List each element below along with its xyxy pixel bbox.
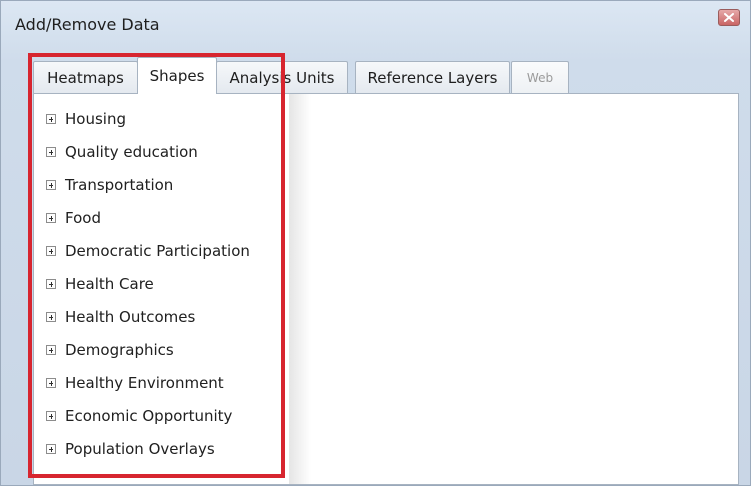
tree-item-label: Health Outcomes [65, 307, 196, 326]
tree-item-health-outcomes[interactable]: Health Outcomes [46, 300, 286, 333]
tree-item-label: Transportation [65, 175, 174, 194]
tab-heatmaps[interactable]: Heatmaps [33, 61, 138, 93]
expand-plus-icon[interactable] [46, 443, 56, 454]
expand-plus-icon[interactable] [46, 278, 56, 289]
tree-item-label: Food [65, 208, 101, 227]
close-icon [724, 13, 734, 22]
add-remove-data-dialog: Add/Remove Data Heatmaps Shapes Analysis… [0, 0, 751, 486]
tab-web: Web [511, 61, 569, 93]
title-bar[interactable]: Add/Remove Data [1, 1, 750, 45]
tree-item-economic-opportunity[interactable]: Economic Opportunity [46, 399, 286, 432]
expand-plus-icon[interactable] [46, 311, 56, 322]
expand-plus-icon[interactable] [46, 212, 56, 223]
tree-item-food[interactable]: Food [46, 201, 286, 234]
tab-label: Reference Layers [367, 68, 498, 87]
tree-item-demographics[interactable]: Demographics [46, 333, 286, 366]
tab-label: Web [526, 70, 554, 85]
tree-item-label: Economic Opportunity [65, 406, 233, 425]
tree-item-transportation[interactable]: Transportation [46, 168, 286, 201]
tree-item-label: Healthy Environment [65, 373, 224, 392]
tree-item-healthy-environment[interactable]: Healthy Environment [46, 366, 286, 399]
tree-item-label: Demographics [65, 340, 174, 359]
dialog-title: Add/Remove Data [15, 15, 160, 34]
expand-plus-icon[interactable] [46, 146, 56, 157]
tree-item-label: Housing [65, 109, 126, 128]
tree-item-label: Health Care [65, 274, 154, 293]
shapes-panel: Housing Quality education Transportation… [33, 93, 739, 485]
tree-item-housing[interactable]: Housing [46, 102, 286, 135]
tab-analysis-units[interactable]: Analysis Units [216, 61, 348, 93]
expand-plus-icon[interactable] [46, 245, 56, 256]
tab-label: Analysis Units [229, 68, 335, 87]
tree-shadow [289, 94, 311, 484]
expand-plus-icon[interactable] [46, 344, 56, 355]
tree-item-health-care[interactable]: Health Care [46, 267, 286, 300]
tree-item-quality-education[interactable]: Quality education [46, 135, 286, 168]
tree-item-population-overlays[interactable]: Population Overlays [46, 432, 286, 465]
tab-label: Shapes [149, 67, 205, 85]
tree-item-label: Population Overlays [65, 439, 215, 458]
close-button[interactable] [718, 9, 740, 26]
tab-label: Heatmaps [47, 68, 124, 87]
tree-item-label: Quality education [65, 142, 198, 161]
tab-shapes[interactable]: Shapes [137, 57, 217, 94]
expand-plus-icon[interactable] [46, 377, 56, 388]
expand-plus-icon[interactable] [46, 113, 56, 124]
expand-plus-icon[interactable] [46, 410, 56, 421]
expand-plus-icon[interactable] [46, 179, 56, 190]
tab-reference-layers[interactable]: Reference Layers [355, 61, 510, 93]
shapes-tree: Housing Quality education Transportation… [46, 102, 286, 465]
tree-item-label: Democratic Participation [65, 241, 250, 260]
tree-item-democratic-participation[interactable]: Democratic Participation [46, 234, 286, 267]
